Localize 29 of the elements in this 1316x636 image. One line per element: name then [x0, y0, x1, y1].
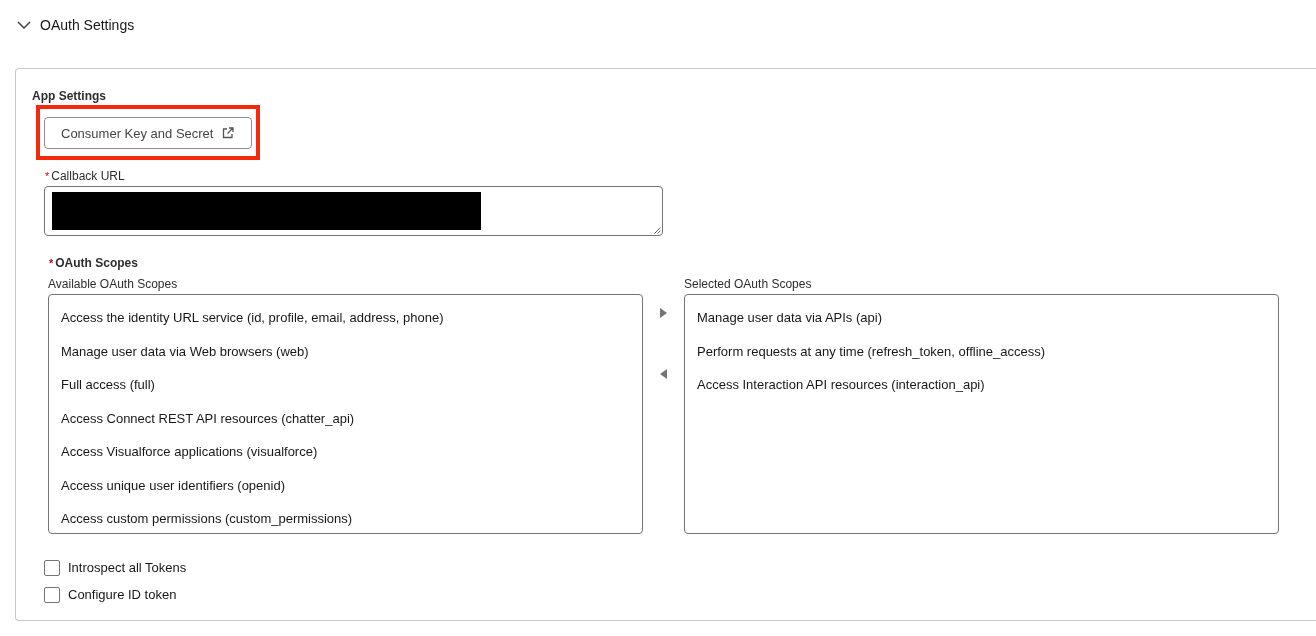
- available-scopes-list[interactable]: [48, 294, 643, 534]
- scope-option[interactable]: Manage user data via Web browsers (web): [49, 334, 642, 368]
- list-label: Selected OAuth Scopes: [684, 276, 813, 292]
- move-left-arrow-icon[interactable]: [660, 369, 667, 379]
- field-label: * Callback URL: [45, 168, 126, 184]
- move-right-arrow-icon[interactable]: [660, 308, 667, 318]
- resize-handle-icon[interactable]: [654, 227, 661, 234]
- scope-option[interactable]: Access the identity URL service (id, profile, email, address, phone): [49, 301, 642, 335]
- list-label: Available OAuth Scopes: [48, 276, 179, 292]
- scope-option[interactable]: Access Interaction API resources (interaction_api): [685, 368, 1278, 402]
- selected-scopes-list[interactable]: Manage user data via APIs (api) Perform requests at any time (refresh_token, offline_access) Access Interaction API resources (interaction_api): [684, 294, 1279, 534]
- scope-option[interactable]: Access custom permissions (custom_permissions): [49, 502, 642, 536]
- scope-option[interactable]: Perform requests at any time (refresh_token, offline_access): [685, 334, 1278, 368]
- section-title[interactable]: OAuth Settings: [40, 14, 135, 36]
- scope-option[interactable]: Access Visualforce applications (visualforce): [49, 435, 642, 469]
- callback-url-field[interactable]: [44, 186, 663, 236]
- scope-option[interactable]: Access Connect REST API resources (chatter_api): [49, 401, 642, 435]
- consumer-key-button[interactable]: Consumer Key and Secret: [44, 117, 253, 149]
- checkbox-label[interactable]: Configure ID token: [68, 585, 177, 605]
- checkbox[interactable]: [44, 587, 60, 603]
- scope-option[interactable]: Access unique user identifiers (openid): [49, 468, 642, 502]
- checkbox-label[interactable]: Introspect all Tokens: [68, 558, 187, 578]
- section-label: * OAuth Scopes: [49, 255, 139, 271]
- scope-option[interactable]: Full access (full): [49, 368, 642, 402]
- chevron-down-icon[interactable]: [17, 21, 31, 29]
- app-settings-heading: App Settings: [32, 88, 107, 104]
- external-link-icon: [222, 127, 235, 139]
- scope-option[interactable]: Manage user data via APIs (api): [685, 301, 1278, 335]
- checkbox[interactable]: [44, 560, 60, 576]
